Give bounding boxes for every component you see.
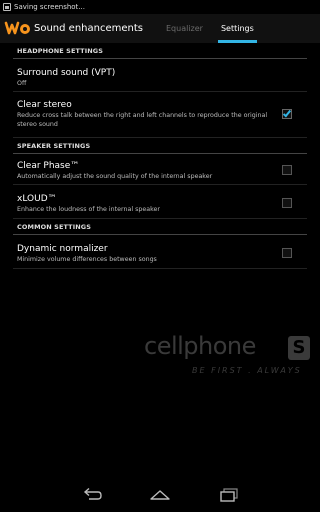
pref-xloud-title: xLOUD™: [17, 194, 57, 204]
section-header-headphone: HEADPHONE SETTINGS: [13, 43, 307, 59]
clear-stereo-checkbox[interactable]: [282, 108, 292, 119]
clear-phase-checkbox[interactable]: [282, 165, 292, 175]
screenshot-icon: [3, 3, 11, 11]
watermark: cellphone S BE FIRST . ALWAYS: [144, 332, 314, 382]
pref-dynamic-normalizer-summary: Minimize volume differences between song…: [17, 256, 157, 263]
pref-surround-sound[interactable]: Surround sound (VPT) Off: [13, 59, 307, 92]
home-icon[interactable]: [148, 486, 172, 504]
action-bar: Sound enhancements Equalizer Settings: [0, 14, 320, 43]
watermark-brand: cellphone: [144, 332, 256, 360]
pref-dynamic-normalizer-title: Dynamic normalizer: [17, 244, 108, 254]
watermark-logo: S: [288, 336, 310, 360]
status-text: Saving screenshot...: [14, 3, 85, 11]
tab-settings[interactable]: Settings: [212, 14, 263, 43]
pref-clear-stereo-title: Clear stereo: [17, 100, 72, 110]
settings-list: HEADPHONE SETTINGS Surround sound (VPT) …: [13, 43, 307, 269]
watermark-tagline: BE FIRST . ALWAYS: [192, 366, 302, 375]
tab-equalizer[interactable]: Equalizer: [157, 14, 212, 43]
section-header-speaker: SPEAKER SETTINGS: [13, 138, 307, 154]
section-header-common: COMMON SETTINGS: [13, 219, 307, 235]
walkman-logo-icon[interactable]: [4, 14, 32, 43]
pref-clear-phase-title: Clear Phase™: [17, 161, 80, 171]
navigation-bar: [0, 478, 320, 512]
pref-clear-stereo-summary: Reduce cross talk between the right and …: [17, 112, 268, 128]
app-title: Sound enhancements: [34, 23, 143, 34]
tab-bar: Equalizer Settings: [157, 14, 263, 43]
pref-surround-sound-title: Surround sound (VPT): [17, 68, 116, 78]
pref-xloud[interactable]: xLOUD™ Enhance the loudness of the inter…: [13, 185, 307, 219]
tab-settings-label: Settings: [220, 24, 254, 33]
pref-dynamic-normalizer[interactable]: Dynamic normalizer Minimize volume diffe…: [13, 235, 307, 269]
pref-clear-phase-summary: Automatically adjust the sound quality o…: [17, 173, 213, 180]
xloud-checkbox[interactable]: [282, 198, 292, 208]
pref-xloud-summary: Enhance the loudness of the internal spe…: [17, 206, 160, 213]
pref-clear-phase[interactable]: Clear Phase™ Automatically adjust the so…: [13, 154, 307, 185]
recent-apps-icon[interactable]: [217, 486, 241, 504]
pref-surround-sound-summary: Off: [17, 80, 27, 87]
tab-equalizer-label: Equalizer: [165, 24, 203, 33]
checkmark-icon: [282, 108, 292, 118]
pref-clear-stereo[interactable]: Clear stereo Reduce cross talk between t…: [13, 92, 307, 138]
dynamic-normalizer-checkbox[interactable]: [282, 248, 292, 258]
status-bar: Saving screenshot...: [0, 0, 320, 14]
back-icon[interactable]: [80, 486, 104, 504]
